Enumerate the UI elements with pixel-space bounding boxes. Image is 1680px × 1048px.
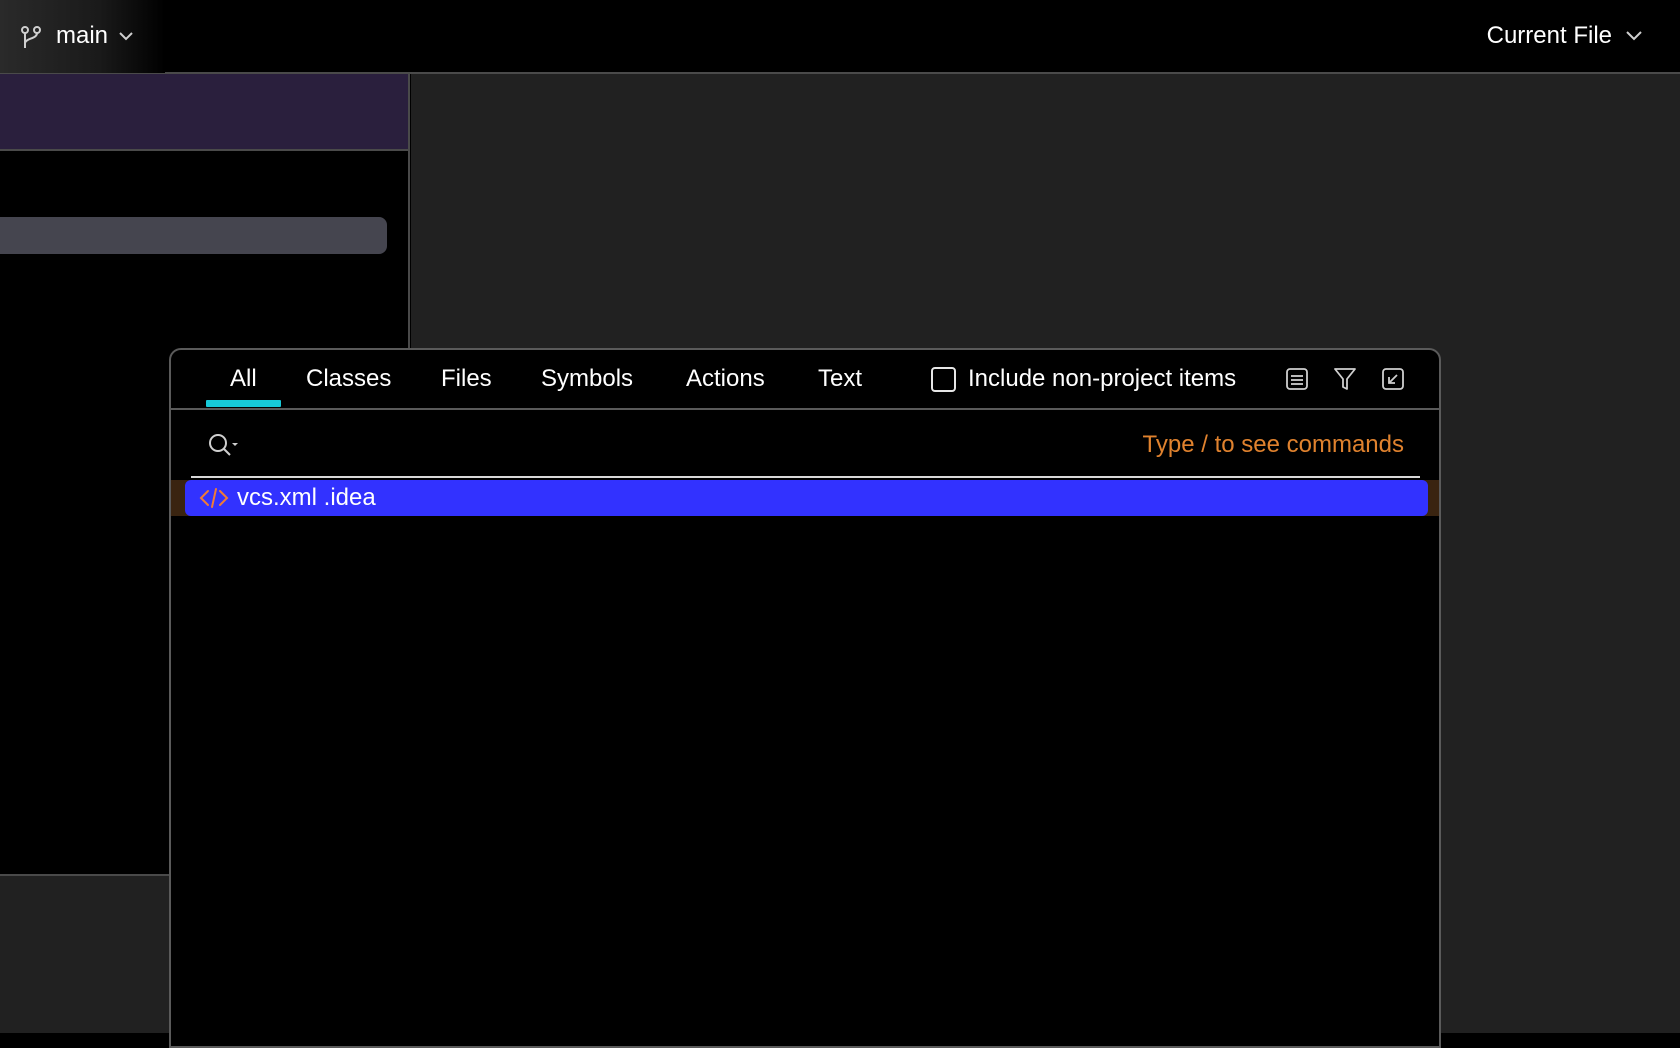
- search-everywhere-popup: All Classes Files Symbols Actions Text I…: [169, 348, 1441, 1048]
- tab-actions[interactable]: Actions: [686, 364, 765, 394]
- run-config-selector[interactable]: Current File: [1487, 21, 1644, 51]
- tree-selected-row[interactable]: [0, 217, 387, 254]
- list-item[interactable]: vcs.xml .idea: [185, 480, 1428, 516]
- result-label: vcs.xml .idea: [237, 484, 376, 511]
- tab-files[interactable]: Files: [441, 364, 492, 394]
- search-input[interactable]: [255, 426, 1035, 462]
- collapse-icon[interactable]: [1380, 366, 1406, 392]
- search-tabs: All Classes Files Symbols Actions Text I…: [171, 350, 1439, 410]
- chevron-down-icon: [119, 32, 133, 41]
- include-non-project-label: Include non-project items: [968, 365, 1237, 392]
- tool-window-header: [0, 74, 408, 151]
- search-icon[interactable]: [207, 432, 239, 460]
- title-bar: main Current File: [0, 0, 1680, 74]
- search-hint: Type / to see commands: [1142, 431, 1404, 458]
- selected-tab-indicator: [206, 400, 281, 407]
- tab-classes[interactable]: Classes: [306, 364, 391, 394]
- filter-icon[interactable]: [1332, 366, 1358, 392]
- search-field[interactable]: Type / to see commands: [191, 412, 1420, 478]
- run-config-label: Current File: [1486, 22, 1612, 49]
- tab-symbols[interactable]: Symbols: [541, 364, 633, 394]
- git-branch-icon: [21, 26, 41, 48]
- branch-widget[interactable]: main: [0, 0, 165, 73]
- include-non-project-checkbox[interactable]: [931, 366, 956, 392]
- branch-name: main: [56, 22, 109, 49]
- preview-icon[interactable]: [1284, 366, 1310, 392]
- bottom-panel: [0, 874, 170, 1033]
- tab-all[interactable]: All: [230, 364, 257, 394]
- include-non-project-toggle[interactable]: Include non-project items: [931, 364, 1236, 394]
- chevron-down-icon: [1626, 31, 1642, 41]
- tab-text[interactable]: Text: [818, 364, 862, 394]
- xml-file-icon: [199, 488, 229, 508]
